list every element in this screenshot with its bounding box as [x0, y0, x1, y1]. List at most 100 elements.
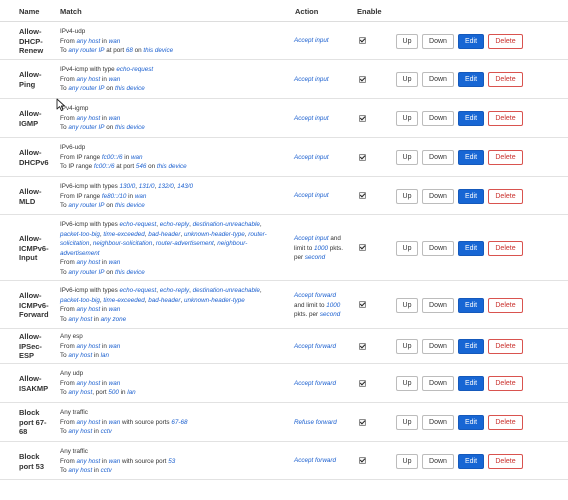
rule-name-line: IGMP: [19, 118, 39, 128]
up-button[interactable]: Up: [396, 150, 418, 165]
edit-button[interactable]: Edit: [458, 376, 484, 391]
column-header-enable: Enable: [357, 7, 382, 16]
highlighted-value: any host: [76, 37, 101, 45]
delete-button[interactable]: Delete: [488, 376, 523, 391]
text-fragment: From IP range: [60, 153, 102, 161]
delete-button[interactable]: Delete: [488, 111, 523, 126]
rule-name-line: Allow-: [19, 70, 42, 79]
delete-button[interactable]: Delete: [488, 339, 523, 354]
down-button[interactable]: Down: [422, 241, 454, 256]
text-fragment: IPv6-icmp with types: [60, 183, 120, 190]
text-fragment: From: [60, 114, 77, 122]
enable-checkbox[interactable]: [359, 300, 366, 308]
highlighted-value: 132/0: [158, 183, 174, 190]
rule-match: IPv6-icmp with types 130/0, 131/0, 132/0…: [60, 182, 285, 211]
rule-name: Allow- Ping: [19, 70, 59, 89]
edit-button[interactable]: Edit: [458, 72, 484, 87]
down-button[interactable]: Down: [422, 339, 454, 354]
up-button[interactable]: Up: [396, 72, 418, 87]
edit-button[interactable]: Edit: [458, 241, 484, 256]
up-button[interactable]: Up: [396, 111, 418, 126]
rule-name-line: port 67-: [19, 417, 47, 427]
highlighted-value: neighbour-solicitation: [92, 240, 153, 247]
edit-button[interactable]: Edit: [458, 339, 484, 354]
highlighted-value: time-exceeded: [103, 296, 145, 304]
down-button[interactable]: Down: [422, 34, 454, 49]
edit-button[interactable]: Edit: [458, 150, 484, 165]
rule-match: Any traffic From any host in wan with sou…: [60, 408, 285, 437]
highlighted-value: 143/0: [177, 183, 194, 190]
text-fragment: pkts. per: [294, 311, 320, 318]
delete-button[interactable]: Delete: [488, 34, 523, 49]
down-button[interactable]: Down: [422, 454, 454, 469]
delete-button[interactable]: Delete: [488, 72, 523, 87]
highlighted-value: any host: [76, 75, 101, 83]
edit-button[interactable]: Edit: [458, 415, 484, 430]
up-button[interactable]: Up: [396, 415, 418, 430]
up-button[interactable]: Up: [396, 454, 418, 469]
enable-checkbox[interactable]: [359, 191, 366, 199]
delete-button[interactable]: Delete: [488, 454, 523, 469]
rule-name-line: Ping: [19, 79, 36, 89]
rule-match: Any esp From any host in wan To any host i…: [60, 332, 285, 361]
text-fragment: Any traffic: [60, 409, 88, 416]
highlighted-value: wan: [108, 75, 121, 83]
rule-action: Accept forward: [294, 379, 356, 389]
down-button[interactable]: Down: [422, 111, 454, 126]
down-button[interactable]: Down: [422, 189, 454, 204]
highlighted-value: wan: [108, 37, 121, 45]
edit-button[interactable]: Edit: [458, 189, 484, 204]
highlighted-value: echo-request: [119, 287, 157, 294]
edit-button[interactable]: Edit: [458, 298, 484, 313]
checkmark-icon: [359, 379, 366, 386]
rule-action: Accept input: [294, 114, 356, 124]
enable-checkbox[interactable]: [359, 153, 366, 161]
enable-checkbox[interactable]: [359, 75, 366, 83]
edit-button[interactable]: Edit: [458, 34, 484, 49]
up-button[interactable]: Up: [396, 376, 418, 391]
highlighted-value: echo-reply: [159, 287, 190, 294]
text-fragment: on: [104, 268, 115, 276]
down-button[interactable]: Down: [422, 72, 454, 87]
table-row: Allow- Ping IPv4-icmp with type echo-reque…: [0, 60, 568, 99]
enable-checkbox[interactable]: [359, 243, 366, 251]
text-fragment: with source ports: [120, 418, 172, 426]
delete-button[interactable]: Delete: [488, 189, 523, 204]
text-fragment: on: [104, 124, 115, 131]
highlighted-value: fc00::/6: [93, 163, 115, 170]
up-button[interactable]: Up: [396, 339, 418, 354]
checkmark-icon: [359, 300, 366, 307]
up-button[interactable]: Up: [396, 298, 418, 313]
enable-checkbox[interactable]: [359, 418, 366, 426]
delete-button[interactable]: Delete: [488, 298, 523, 313]
rule-name-line: IPSec-: [19, 341, 42, 351]
down-button[interactable]: Down: [422, 298, 454, 313]
enable-checkbox[interactable]: [359, 114, 366, 122]
down-button[interactable]: Down: [422, 150, 454, 165]
delete-button[interactable]: Delete: [488, 415, 523, 430]
highlighted-value: advertisement: [60, 249, 100, 257]
delete-button[interactable]: Delete: [488, 150, 523, 165]
highlighted-value: Accept forward: [294, 380, 336, 387]
up-button[interactable]: Up: [396, 189, 418, 204]
up-button[interactable]: Up: [396, 34, 418, 49]
text-fragment: in: [92, 352, 101, 359]
rule-name-line: ESP: [19, 351, 35, 360]
rule-name-line: Block: [19, 452, 40, 461]
rule-action: Accept forward and limit to 1000 pkts. per…: [294, 291, 356, 320]
edit-button[interactable]: Edit: [458, 111, 484, 126]
enable-checkbox[interactable]: [359, 342, 366, 350]
highlighted-value: echo-request: [119, 221, 157, 228]
highlighted-value: Accept input: [294, 235, 329, 242]
down-button[interactable]: Down: [422, 415, 454, 430]
edit-button[interactable]: Edit: [458, 454, 484, 469]
rule-name: Allow- MLD: [19, 187, 59, 206]
highlighted-value: Accept input: [294, 154, 329, 161]
enable-checkbox[interactable]: [359, 456, 366, 464]
enable-checkbox[interactable]: [359, 379, 366, 387]
delete-button[interactable]: Delete: [488, 241, 523, 256]
enable-checkbox[interactable]: [359, 36, 366, 44]
rule-name-line: Block: [19, 408, 40, 417]
up-button[interactable]: Up: [396, 241, 418, 256]
down-button[interactable]: Down: [422, 376, 454, 391]
